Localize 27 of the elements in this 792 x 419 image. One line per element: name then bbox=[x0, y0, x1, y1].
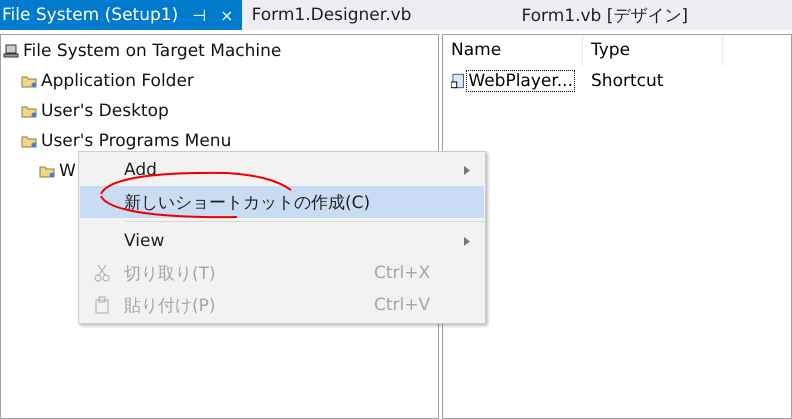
document-tab[interactable]: Form1.vb [デザイン] bbox=[519, 0, 696, 30]
file-name[interactable]: WebPlayer... bbox=[466, 70, 575, 92]
tree-item[interactable]: File System on Target Machine bbox=[23, 41, 282, 61]
shortcut-text: Ctrl+X bbox=[374, 263, 432, 283]
shortcut-text: Ctrl+V bbox=[374, 295, 432, 315]
folder-icon bbox=[21, 74, 37, 88]
scissors-icon bbox=[94, 264, 110, 282]
file-type: Shortcut bbox=[590, 70, 664, 93]
column-header[interactable]: Type bbox=[583, 36, 723, 66]
folder-icon bbox=[21, 104, 37, 118]
tree-item[interactable]: User's Desktop bbox=[41, 101, 169, 121]
pin-button[interactable]: ⊣ bbox=[192, 6, 206, 24]
document-tab[interactable]: Form1.Designer.vb bbox=[250, 0, 420, 30]
clipboard-icon bbox=[94, 296, 110, 314]
menu-item[interactable]: Add bbox=[80, 154, 484, 186]
tree-item[interactable]: W bbox=[59, 161, 76, 181]
menu-item[interactable]: 新しいショートカットの作成(C) bbox=[80, 186, 484, 218]
folder-icon bbox=[39, 164, 55, 178]
close-button[interactable]: × bbox=[220, 6, 234, 24]
menu-item[interactable]: View bbox=[80, 225, 484, 257]
computer-icon bbox=[3, 44, 19, 58]
document-tab[interactable]: File System (Setup1) ⊣ × bbox=[0, 0, 242, 30]
tree-item[interactable]: Application Folder bbox=[41, 71, 194, 91]
tree-item[interactable]: User's Programs Menu bbox=[41, 131, 232, 151]
column-header[interactable]: Name bbox=[443, 36, 583, 66]
shortcut-file-icon bbox=[451, 73, 464, 89]
folder-icon bbox=[21, 134, 37, 148]
